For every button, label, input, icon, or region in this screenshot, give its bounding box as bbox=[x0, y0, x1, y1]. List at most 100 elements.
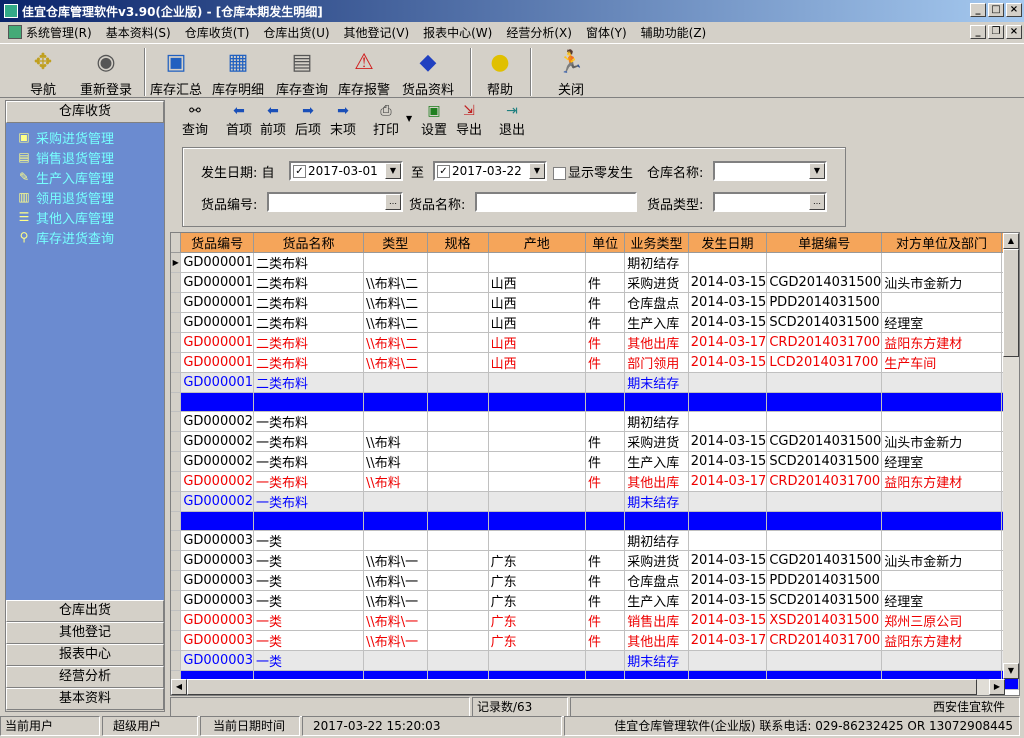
table-cell[interactable] bbox=[427, 471, 489, 492]
exit-button[interactable]: ⇥ 退出 bbox=[499, 102, 525, 138]
date-from-picker[interactable]: ✓ 2017-03-01 ▼ bbox=[289, 161, 403, 181]
table-cell[interactable]: 山西 bbox=[488, 352, 586, 373]
close-app-button[interactable]: 🏃 关闭 bbox=[556, 46, 586, 99]
table-cell[interactable]: 2014-03-15 bbox=[688, 352, 768, 373]
table-cell[interactable] bbox=[427, 650, 489, 671]
table-cell[interactable] bbox=[427, 392, 489, 412]
first-button[interactable]: ⬅ 首项 bbox=[226, 102, 252, 138]
table-cell[interactable]: 2014-03-15 bbox=[688, 292, 768, 313]
nav-item-usage-return[interactable]: ▥ 领用退货管理 bbox=[6, 187, 164, 207]
table-cell[interactable] bbox=[688, 411, 768, 432]
table-cell[interactable]: LCD2014031700 bbox=[766, 352, 883, 373]
table-cell[interactable]: \\布料\二 bbox=[363, 272, 428, 293]
table-cell[interactable]: 件 bbox=[585, 431, 626, 452]
table-cell[interactable]: 一类布料 bbox=[253, 431, 365, 452]
table-cell[interactable]: 山西 bbox=[488, 292, 586, 313]
table-cell[interactable] bbox=[881, 511, 1002, 531]
table-cell[interactable]: GD000001 bbox=[180, 352, 255, 373]
table-cell[interactable] bbox=[881, 372, 1002, 393]
table-cell[interactable] bbox=[427, 332, 489, 353]
table-cell[interactable]: 其他出库 bbox=[624, 630, 689, 651]
table-cell[interactable] bbox=[624, 511, 689, 531]
table-cell[interactable]: 益阳东方建材 bbox=[881, 471, 1002, 492]
nav-group-other[interactable]: 其他登记 bbox=[6, 622, 164, 644]
row-indicator[interactable] bbox=[171, 491, 182, 512]
table-cell[interactable] bbox=[488, 511, 586, 531]
row-indicator[interactable] bbox=[171, 451, 182, 472]
table-cell[interactable]: 采购进货 bbox=[624, 431, 689, 452]
nav-item-production-in[interactable]: ✎ 生产入库管理 bbox=[6, 167, 164, 187]
row-indicator[interactable] bbox=[171, 610, 182, 631]
table-cell[interactable]: 2014-03-17 bbox=[688, 471, 768, 492]
table-cell[interactable]: GD000003 bbox=[180, 610, 255, 631]
table-cell[interactable] bbox=[881, 530, 1002, 551]
table-cell[interactable]: GD000001 bbox=[180, 292, 255, 313]
scroll-right-icon[interactable]: ▶ bbox=[989, 679, 1005, 695]
table-row[interactable]: GD000002 一类布料 \\布料 件生产入库 2014-03-15 SCD201403… bbox=[171, 451, 1019, 472]
table-cell[interactable]: 汕头市金新力 bbox=[881, 272, 1002, 293]
table-cell[interactable] bbox=[427, 550, 489, 571]
table-cell[interactable]: 一类 bbox=[253, 530, 365, 551]
table-cell[interactable]: GD000003 bbox=[180, 570, 255, 591]
scroll-up-icon[interactable]: ▲ bbox=[1003, 233, 1019, 249]
table-cell[interactable] bbox=[427, 352, 489, 373]
vertical-scrollbar[interactable]: ▲ ▼ bbox=[1003, 233, 1019, 679]
stock-alert-button[interactable]: ⚠ 库存报警 bbox=[338, 46, 390, 99]
table-cell[interactable]: 件 bbox=[585, 272, 626, 293]
goods-type-input[interactable]: … bbox=[713, 192, 827, 212]
table-cell[interactable]: XSD2014031500 bbox=[766, 610, 883, 631]
table-cell[interactable] bbox=[585, 511, 626, 531]
table-cell[interactable] bbox=[488, 451, 586, 472]
table-cell[interactable] bbox=[427, 312, 489, 333]
table-cell[interactable]: 益阳东方建材 bbox=[881, 630, 1002, 651]
table-row[interactable]: GD000003 一类 期末结存 bbox=[171, 650, 1019, 671]
row-indicator[interactable] bbox=[171, 352, 182, 373]
query-button[interactable]: ⚯ 查询 bbox=[182, 102, 208, 138]
table-cell[interactable]: \\布料\一 bbox=[363, 590, 428, 611]
column-header[interactable]: 业务类型 bbox=[624, 233, 689, 253]
table-cell[interactable]: 件 bbox=[585, 630, 626, 651]
table-cell[interactable] bbox=[881, 650, 1002, 671]
table-cell[interactable]: 期初结存 bbox=[624, 252, 689, 273]
table-cell[interactable] bbox=[363, 411, 428, 432]
table-cell[interactable]: 期末结存 bbox=[624, 372, 689, 393]
table-cell[interactable] bbox=[585, 252, 626, 273]
table-cell[interactable]: 件 bbox=[585, 312, 626, 333]
table-cell[interactable]: 销售出库 bbox=[624, 610, 689, 631]
table-cell[interactable]: 一类 bbox=[253, 550, 365, 571]
table-cell[interactable] bbox=[688, 650, 768, 671]
table-cell[interactable]: 广东 bbox=[488, 590, 586, 611]
menu-shipping[interactable]: 仓库出货(U) bbox=[263, 24, 329, 41]
table-row[interactable]: GD000001 二类布料 \\布料\二 山西件生产入库 2014-03-15 SCD20… bbox=[171, 312, 1019, 333]
table-cell[interactable]: 2014-03-15 bbox=[688, 610, 768, 631]
table-row[interactable]: GD000002 一类布料 \\布料 件其他出库 2014-03-17 CRD201403… bbox=[171, 471, 1019, 492]
column-header[interactable]: 单位 bbox=[585, 233, 626, 253]
table-cell[interactable]: GD000002 bbox=[180, 491, 255, 512]
table-cell[interactable] bbox=[427, 491, 489, 512]
table-cell[interactable] bbox=[766, 491, 883, 512]
table-cell[interactable]: \\布料\二 bbox=[363, 352, 428, 373]
table-cell[interactable]: GD000001 bbox=[180, 312, 255, 333]
table-cell[interactable]: 一类布料 bbox=[253, 491, 365, 512]
table-cell[interactable]: 2014-03-15 bbox=[688, 312, 768, 333]
mdi-minimize-button[interactable]: _ bbox=[970, 25, 986, 39]
table-cell[interactable]: \\布料\一 bbox=[363, 570, 428, 591]
chevron-down-icon[interactable]: ▼ bbox=[529, 163, 545, 179]
nav-group-shipping[interactable]: 仓库出货 bbox=[6, 600, 164, 622]
menu-other-register[interactable]: 其他登记(V) bbox=[344, 24, 410, 41]
table-cell[interactable] bbox=[766, 650, 883, 671]
minimize-button[interactable]: _ bbox=[970, 3, 986, 17]
table-row[interactable]: GD000003 一类 \\布料\一 广东件生产入库 2014-03-15 SCD2014… bbox=[171, 590, 1019, 611]
table-cell[interactable] bbox=[585, 491, 626, 512]
table-cell[interactable]: 件 bbox=[585, 471, 626, 492]
table-cell[interactable] bbox=[766, 530, 883, 551]
print-button[interactable]: ⎙ 打印 bbox=[373, 102, 399, 138]
table-cell[interactable]: \\布料 bbox=[363, 471, 428, 492]
scroll-left-icon[interactable]: ◀ bbox=[171, 679, 187, 695]
row-indicator[interactable] bbox=[171, 511, 182, 531]
table-cell[interactable]: 经理室 bbox=[881, 451, 1002, 472]
menu-window[interactable]: 窗体(Y) bbox=[586, 24, 627, 41]
table-cell[interactable] bbox=[585, 372, 626, 393]
table-cell[interactable]: SCD2014031500 bbox=[766, 451, 883, 472]
mdi-close-button[interactable]: × bbox=[1006, 25, 1022, 39]
